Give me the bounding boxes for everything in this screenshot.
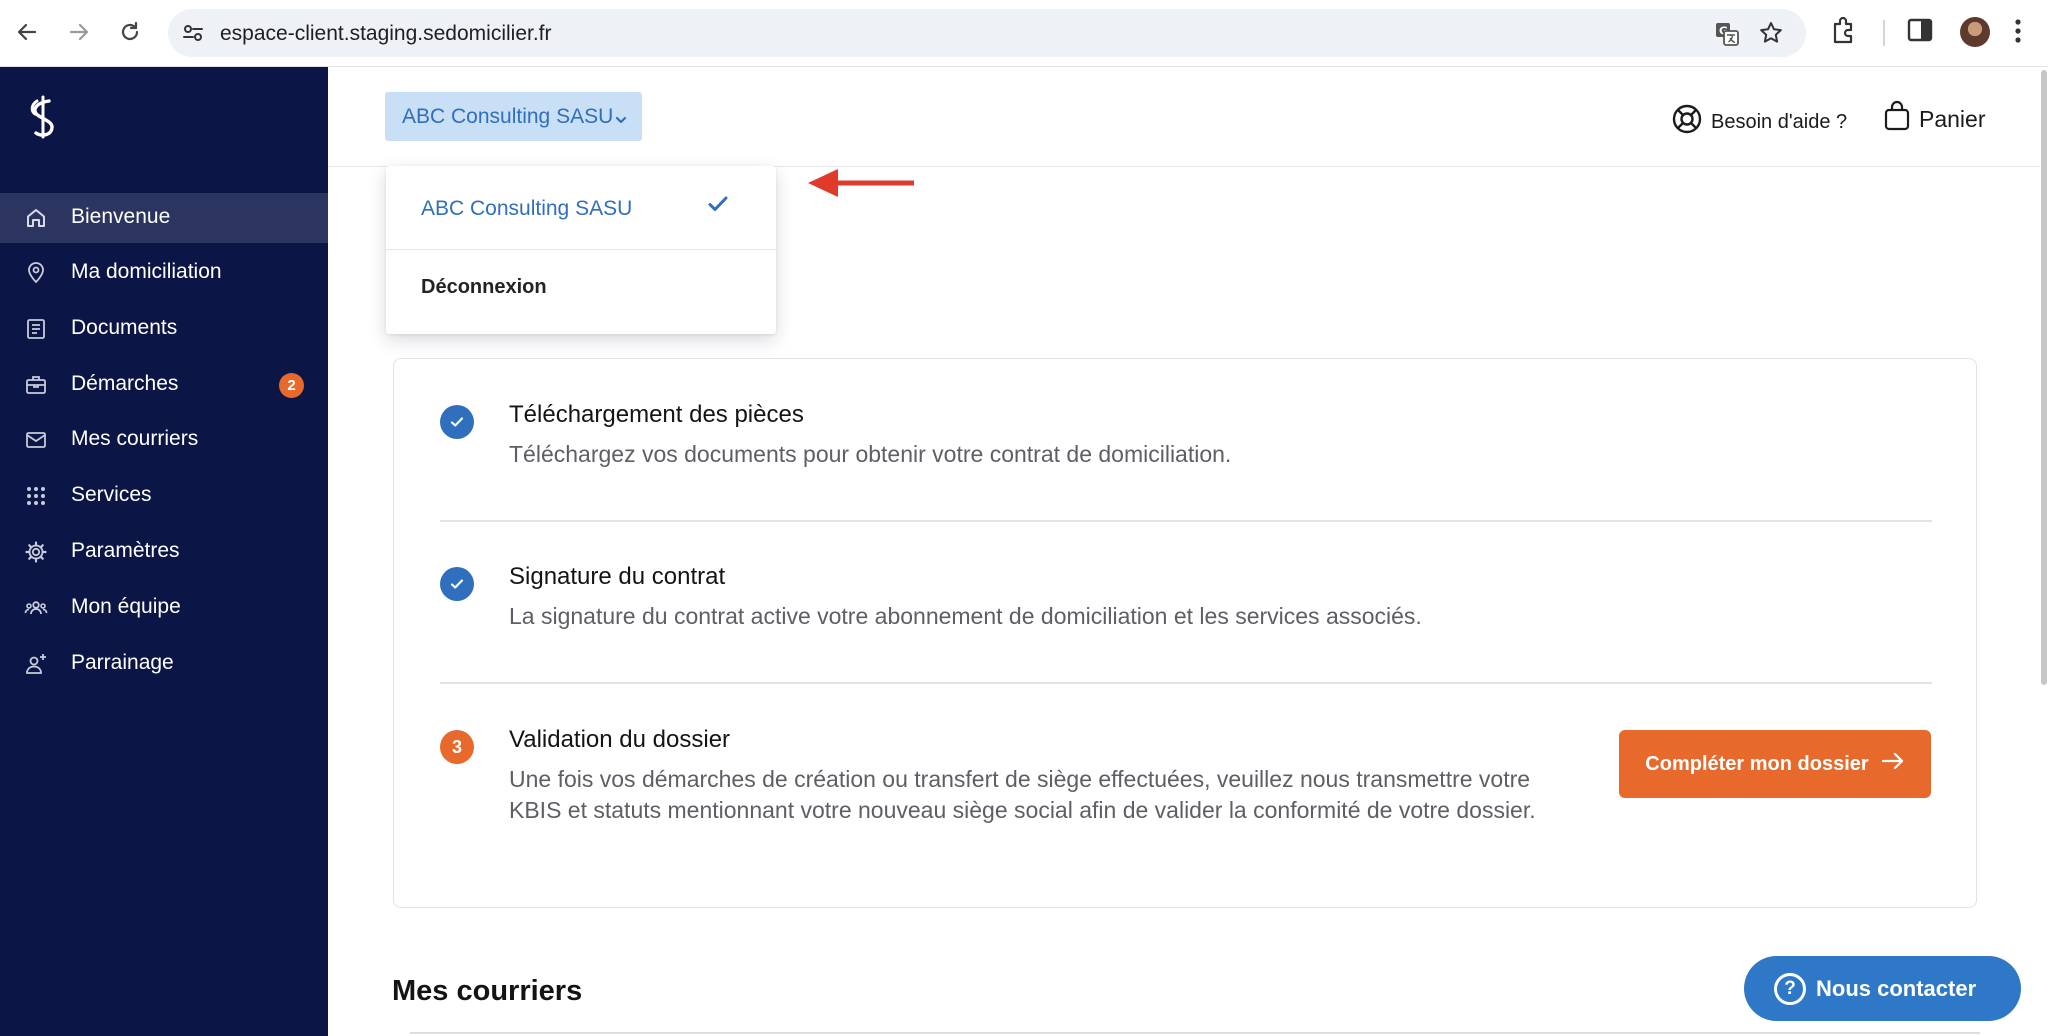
step-title: Téléchargement des pièces [509,401,804,428]
sidebar-item-label: Mon équipe [71,595,181,618]
reload-icon[interactable] [113,15,147,49]
sidebar-item-label: Démarches [71,372,179,395]
sidebar-item-label: Documents [71,316,178,339]
sidebar-item-ma-domiciliation[interactable]: Ma domiciliation [0,248,328,298]
dropdown-item-label: Déconnexion [421,276,547,298]
contact-button-label: Nous contacter [1816,976,1977,1001]
sidebar-item-services[interactable]: Services [0,471,328,521]
step-done-check-icon [440,567,474,601]
sidebar-item-parametres[interactable]: Paramètres [0,527,328,577]
lifebuoy-icon [1671,103,1703,141]
dropdown-item-company[interactable]: ABC Consulting SASU [386,166,776,250]
chevron-down-icon [614,109,628,133]
notification-badge: 2 [279,373,304,398]
envelope-icon [24,428,48,452]
complete-dossier-button[interactable]: Compléter mon dossier [1619,730,1931,798]
divider [440,682,1932,684]
sedomicilier-logo[interactable] [27,95,59,144]
address-bar[interactable]: espace-client.staging.sedomicilier.fr G [168,9,1806,57]
location-pin-icon [24,261,48,285]
url-text[interactable]: espace-client.staging.sedomicilier.fr [220,22,552,46]
sidebar-item-label: Bienvenue [71,205,171,228]
company-select[interactable]: ABC Consulting SASU [385,92,642,141]
sidebar-item-label: Services [71,483,152,506]
cart-link[interactable]: Panier [1883,100,1985,138]
annotation-arrow-icon [806,163,916,208]
sidebar-item-label: Parrainage [71,651,174,674]
sidebar: Bienvenue Ma domiciliation Documents Dém… [0,67,328,1036]
forward-arrow-icon[interactable] [62,15,96,49]
sidebar-item-mon-equipe[interactable]: Mon équipe [0,583,328,633]
step-title: Signature du contrat [509,563,726,590]
site-settings-icon[interactable] [182,22,204,49]
cart-label: Panier [1919,105,1986,132]
sidebar-item-documents[interactable]: Documents [0,304,328,354]
extensions-puzzle-icon[interactable] [1830,15,1858,50]
section-divider [410,1032,1980,1034]
button-label: Compléter mon dossier [1645,752,1869,775]
sidebar-item-parrainage[interactable]: Parrainage [0,639,328,689]
section-title-mes-courriers: Mes courriers [392,975,583,1007]
bookmark-star-icon[interactable] [1758,20,1784,51]
onboarding-steps-card: Téléchargement des pièces Téléchargez vo… [393,358,1977,908]
sidebar-item-label: Mes courriers [71,427,199,450]
home-icon [24,206,48,230]
shopping-bag-icon [1883,100,1911,138]
dropdown-item-label: ABC Consulting SASU [421,197,633,220]
sidebar-item-label: Ma domiciliation [71,260,222,283]
step-title: Validation du dossier [509,726,731,753]
sidebar-item-mes-courriers[interactable]: Mes courriers [0,415,328,465]
side-panel-icon[interactable] [1906,15,1934,50]
dropdown-item-logout[interactable]: Déconnexion [386,250,776,334]
help-link[interactable]: Besoin d'aide ? [1671,103,1847,141]
back-arrow-icon[interactable] [10,15,44,49]
sidebar-item-label: Paramètres [71,539,180,562]
step-done-check-icon [440,405,474,439]
question-icon: ? [1774,973,1806,1005]
step-description: Téléchargez vos documents pour obtenir v… [509,441,1232,467]
step-number: 3 [440,730,474,764]
person-add-icon [24,652,48,676]
toolbar-divider [1883,20,1885,46]
sidebar-item-demarches[interactable]: Démarches 2 [0,360,328,410]
company-select-value: ABC Consulting SASU [402,105,614,128]
document-icon [24,317,48,341]
contact-button[interactable]: ? Nous contacter [1744,956,2021,1021]
kebab-menu-icon[interactable] [2012,15,2024,52]
browser-toolbar: espace-client.staging.sedomicilier.fr G [0,0,2048,67]
step-description: Une fois vos démarches de création ou tr… [509,766,1536,823]
step-description: La signature du contrat active votre abo… [509,603,1422,629]
translate-icon[interactable]: G [1714,21,1740,52]
check-icon [707,194,729,219]
team-icon [24,596,48,620]
help-label: Besoin d'aide ? [1711,110,1848,133]
divider [440,520,1932,522]
sidebar-item-bienvenue[interactable]: Bienvenue [0,193,328,243]
arrow-right-icon [1881,752,1905,776]
briefcase-icon [24,373,48,397]
grid-dots-icon [24,484,48,508]
gear-icon [24,540,48,564]
scrollbar-thumb[interactable] [2041,70,2047,685]
company-dropdown-menu: ABC Consulting SASU Déconnexion [386,166,776,334]
profile-avatar[interactable] [1960,17,1990,47]
top-header: ABC Consulting SASU Besoin d'aide ? Pani… [328,67,2048,167]
